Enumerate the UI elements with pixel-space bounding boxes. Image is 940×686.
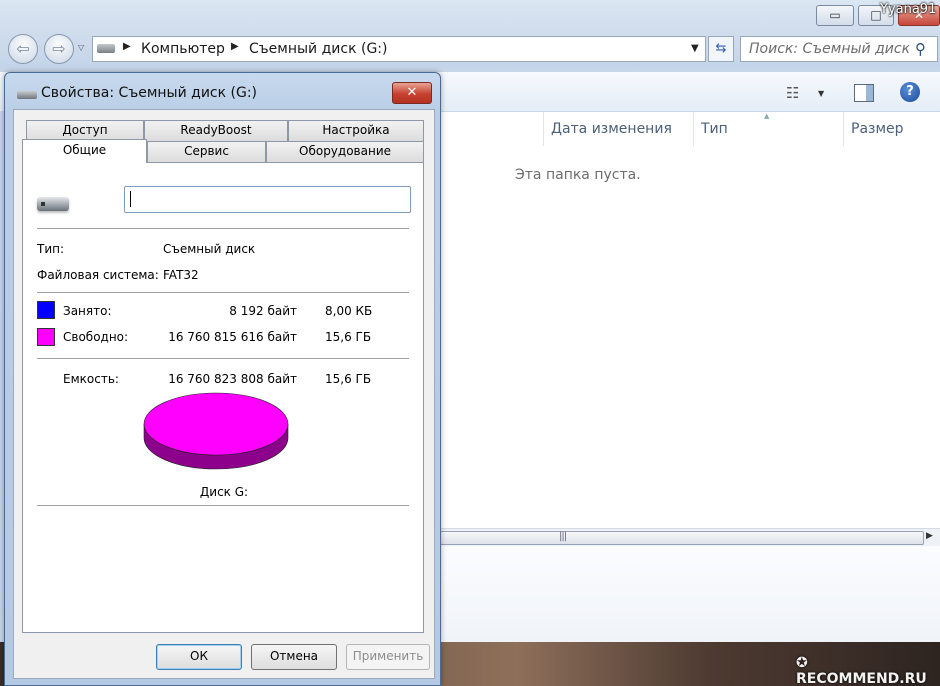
tab-readyboost[interactable]: ReadyBoost — [144, 120, 288, 141]
capacity-label: Емкость: — [63, 372, 119, 386]
column-date-modified[interactable]: Дата изменения — [551, 121, 672, 137]
divider — [37, 292, 409, 293]
used-space-label: Занято: — [63, 304, 112, 318]
address-bar[interactable]: ▶ Компьютер ▶ Съемный диск (G:) ▼ — [92, 36, 706, 62]
ok-button[interactable]: ОК — [156, 644, 242, 670]
minimize-button[interactable]: ▭ — [816, 5, 854, 26]
filesystem-label: Файловая система: — [37, 268, 159, 282]
tab-settings[interactable]: Настройка — [288, 120, 424, 141]
divider — [37, 358, 409, 359]
scrollbar-thumb[interactable]: ||| — [440, 531, 924, 545]
cancel-button[interactable]: Отмена — [251, 644, 337, 670]
divider — [37, 228, 409, 229]
refresh-icon: ⇆ — [715, 41, 727, 56]
used-space-size: 8,00 КБ — [325, 304, 373, 318]
forward-button[interactable]: ⇨ — [44, 34, 74, 64]
forward-arrow-icon: ⇨ — [52, 39, 66, 58]
empty-folder-message: Эта папка пуста. — [515, 167, 641, 183]
column-size[interactable]: Размер — [851, 121, 904, 137]
back-arrow-icon: ⇦ — [16, 39, 30, 58]
usb-drive-icon — [37, 197, 69, 211]
search-icon[interactable]: ⚲ — [915, 40, 926, 58]
free-space-label: Свободно: — [63, 330, 129, 344]
column-separator[interactable] — [843, 112, 844, 146]
drive-name-field[interactable] — [124, 186, 411, 213]
dialog-body: Доступ ReadyBoost Настройка Общие Сервис… — [13, 109, 435, 679]
recent-pages-dropdown-icon[interactable]: ▽ — [78, 43, 84, 52]
sort-arrow-icon: ▲ — [764, 112, 770, 120]
address-history-dropdown-icon[interactable]: ▼ — [691, 43, 699, 54]
back-button[interactable]: ⇦ — [8, 34, 38, 64]
username-overlay: Yyana91 — [880, 2, 937, 17]
removable-drive-icon — [17, 91, 37, 99]
search-input[interactable] — [749, 41, 909, 57]
refresh-button[interactable]: ⇆ — [708, 36, 734, 62]
breadcrumb-arrow-icon[interactable]: ▶ — [123, 41, 131, 52]
breadcrumb-removable-disk[interactable]: Съемный диск (G:) — [249, 41, 387, 57]
column-separator[interactable] — [693, 112, 694, 146]
free-space-size: 15,6 ГБ — [325, 330, 372, 344]
removable-drive-icon — [97, 44, 115, 53]
type-value: Съемный диск — [163, 242, 256, 256]
tab-service[interactable]: Сервис — [147, 141, 266, 162]
divider — [37, 505, 409, 506]
column-separator[interactable] — [543, 112, 544, 146]
capacity-bytes: 16 760 823 808 байт — [168, 372, 297, 386]
change-view-icon[interactable]: ☷ — [786, 84, 799, 102]
column-type[interactable]: Тип — [701, 121, 728, 137]
used-space-swatch — [37, 301, 55, 319]
scrollbar-grip-icon: ||| — [559, 531, 567, 542]
free-space-swatch — [37, 328, 55, 346]
free-space-bytes: 16 760 815 616 байт — [168, 330, 297, 344]
tab-general[interactable]: Общие — [22, 139, 147, 163]
text-caret — [130, 191, 131, 207]
type-label: Тип: — [37, 242, 65, 256]
preview-pane-icon[interactable] — [854, 84, 874, 102]
general-tab-panel: Тип: Съемный диск Файловая система: FAT3… — [22, 162, 424, 633]
view-options-dropdown-icon[interactable]: ▼ — [818, 89, 824, 98]
breadcrumb-computer[interactable]: Компьютер — [141, 41, 225, 57]
horizontal-scrollbar[interactable]: ||| ▶ — [440, 528, 940, 546]
details-pane — [440, 546, 940, 642]
recommend-watermark: ✪ RECOMMEND.RU — [796, 655, 927, 686]
properties-dialog: Свойства: Съемный диск (G:) ✕ Доступ Rea… — [4, 72, 441, 686]
search-box[interactable]: ⚲ — [740, 36, 938, 62]
capacity-size: 15,6 ГБ — [325, 372, 372, 386]
tab-access[interactable]: Доступ — [26, 120, 144, 141]
scroll-right-arrow-icon[interactable]: ▶ — [926, 531, 933, 541]
disk-label: Диск G: — [199, 485, 249, 499]
tab-hardware[interactable]: Оборудование — [266, 141, 424, 162]
breadcrumb-arrow-icon[interactable]: ▶ — [231, 41, 239, 52]
pie-slice-1 — [143, 392, 289, 456]
drive-led — [41, 202, 45, 206]
dialog-close-button[interactable]: ✕ — [392, 82, 432, 104]
apply-button[interactable]: Применить — [346, 644, 430, 670]
filesystem-value: FAT32 — [163, 268, 199, 282]
disk-usage-pie-chart — [143, 392, 289, 470]
dialog-title: Свойства: Съемный диск (G:) — [41, 85, 258, 101]
used-space-bytes: 8 192 байт — [229, 304, 297, 318]
help-icon[interactable]: ? — [900, 82, 920, 102]
